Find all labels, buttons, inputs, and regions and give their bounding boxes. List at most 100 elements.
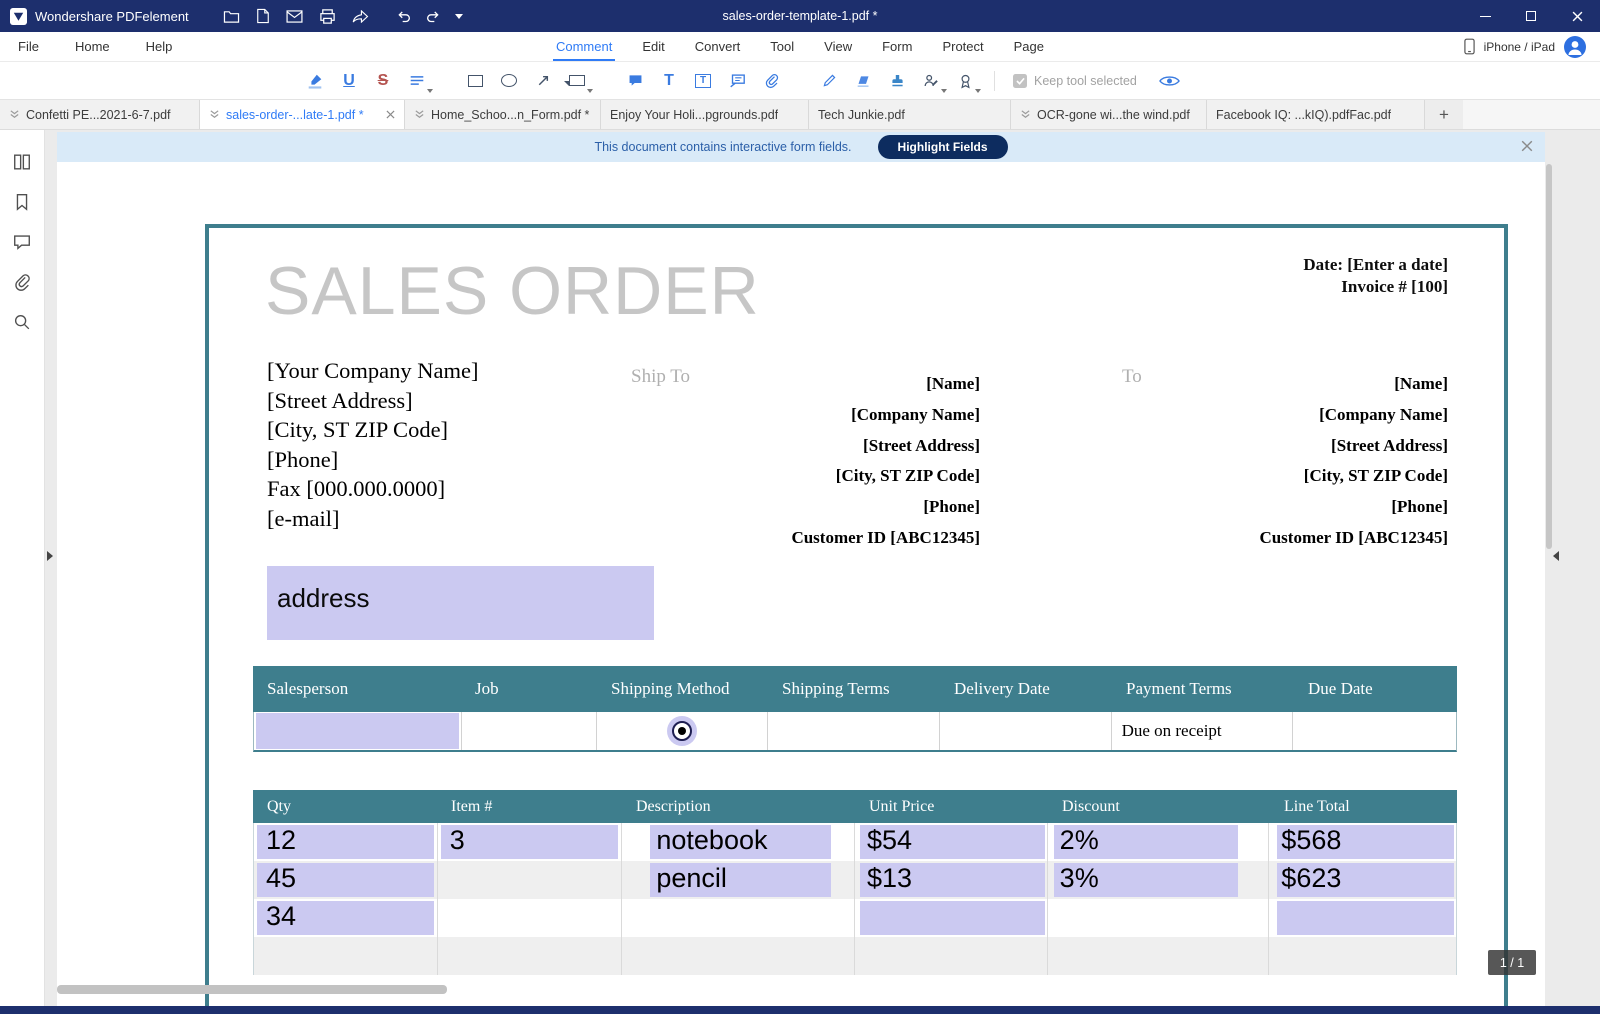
share-icon[interactable]: [352, 9, 369, 23]
file-tab-facebook-iq[interactable]: Facebook IQ: ...kIQ).pdfFac.pdf: [1207, 100, 1425, 129]
rectangle-shape-icon[interactable]: [458, 67, 492, 95]
header-payment-terms: Payment Terms: [1126, 679, 1232, 698]
highlight-icon[interactable]: [298, 67, 332, 95]
file-tab-home-school-form[interactable]: Home_Schoo...n_Form.pdf *: [405, 100, 601, 129]
toolbar-options-chevron-icon[interactable]: [454, 13, 463, 19]
qty-form-field[interactable]: 12: [254, 823, 438, 861]
ship-to-customer-id: Customer ID [ABC12345]: [791, 527, 980, 547]
save-icon[interactable]: [256, 8, 270, 24]
typewriter-text-icon[interactable]: T: [652, 67, 686, 95]
ship-to-city: [City, ST ZIP Code]: [835, 466, 980, 486]
line-total-form-field[interactable]: [1269, 937, 1456, 975]
item-number-form-field[interactable]: [438, 899, 623, 937]
file-tab-ocr-gone[interactable]: OCR-gone wi...the wind.pdf: [1011, 100, 1207, 129]
maximize-button[interactable]: [1508, 0, 1554, 32]
right-panel-collapse-arrow[interactable]: [1553, 551, 1559, 561]
vertical-scrollbar[interactable]: [1546, 164, 1552, 549]
item-number-form-field[interactable]: 3: [438, 823, 623, 861]
discount-form-field[interactable]: [1048, 899, 1270, 937]
tab-page[interactable]: Page: [1014, 39, 1044, 54]
delivery-date-cell[interactable]: [940, 712, 1112, 750]
new-tab-button[interactable]: +: [1425, 100, 1463, 129]
sticky-note-icon[interactable]: [618, 67, 652, 95]
highlight-fields-button[interactable]: Highlight Fields: [877, 135, 1008, 159]
tab-view[interactable]: View: [824, 39, 852, 54]
file-tab-confetti[interactable]: Confetti PE...2021-6-7.pdf: [0, 100, 200, 129]
redo-icon[interactable]: [425, 9, 442, 24]
keep-tool-checkbox-icon[interactable]: [1013, 73, 1027, 88]
shipping-terms-cell[interactable]: [768, 712, 940, 750]
tab-tool[interactable]: Tool: [770, 39, 794, 54]
pencil-draw-icon[interactable]: [812, 67, 846, 95]
main-area: This document contains interactive form …: [0, 130, 1600, 1014]
arrow-shape-icon[interactable]: [526, 67, 560, 95]
date-invoice-block: Date: [Enter a date] Invoice # [100]: [1303, 254, 1448, 298]
strikethrough-icon[interactable]: S: [366, 67, 400, 95]
due-date-cell[interactable]: [1293, 712, 1456, 750]
tab-comment[interactable]: Comment: [552, 39, 616, 61]
undo-icon[interactable]: [395, 9, 412, 24]
tab-form[interactable]: Form: [882, 39, 912, 54]
tab-convert[interactable]: Convert: [695, 39, 741, 54]
discount-form-field[interactable]: 2%: [1048, 823, 1270, 861]
page-indicator-badge: 1 / 1: [1488, 950, 1536, 975]
search-panel-icon[interactable]: [12, 312, 32, 332]
address-form-field[interactable]: address: [267, 566, 654, 640]
notification-close-icon[interactable]: [1521, 140, 1533, 152]
underline-icon[interactable]: U: [332, 67, 366, 95]
device-label[interactable]: iPhone / iPad: [1484, 40, 1555, 54]
unit-price-form-field[interactable]: $13: [855, 861, 1048, 899]
line-total-form-field[interactable]: $623: [1269, 861, 1456, 899]
horizontal-scrollbar[interactable]: [57, 985, 447, 994]
eye-visibility-icon[interactable]: [1153, 67, 1187, 95]
qty-form-field[interactable]: [254, 937, 438, 975]
callout-shape-icon[interactable]: [560, 67, 594, 95]
qty-form-field[interactable]: 34: [254, 899, 438, 937]
minimize-button[interactable]: [1462, 0, 1508, 32]
discount-form-field[interactable]: [1048, 937, 1270, 975]
file-tab-tech-junkie[interactable]: Tech Junkie.pdf: [809, 100, 1011, 129]
sidebar-expand-arrow[interactable]: [47, 551, 53, 561]
qty-form-field[interactable]: 45: [254, 861, 438, 899]
text-box-icon[interactable]: T: [686, 67, 720, 95]
item-number-form-field[interactable]: [438, 937, 623, 975]
ellipse-shape-icon[interactable]: [492, 67, 526, 95]
tab-protect[interactable]: Protect: [942, 39, 983, 54]
open-folder-icon[interactable]: [223, 9, 240, 24]
print-icon[interactable]: [319, 8, 336, 25]
account-avatar[interactable]: [1564, 35, 1586, 58]
unit-price-form-field[interactable]: [855, 899, 1048, 937]
comments-panel-icon[interactable]: [12, 232, 32, 252]
attachment-icon[interactable]: [754, 67, 788, 95]
description-form-field[interactable]: pencil: [622, 861, 855, 899]
bookmarks-panel-icon[interactable]: [12, 192, 32, 212]
tab-close-icon[interactable]: [386, 110, 395, 119]
payment-terms-cell[interactable]: Due on receipt: [1112, 712, 1294, 750]
unit-price-form-field[interactable]: [855, 937, 1048, 975]
job-cell[interactable]: [462, 712, 598, 750]
close-button[interactable]: [1554, 0, 1600, 32]
seal-stamp-icon[interactable]: [948, 67, 982, 95]
discount-form-field[interactable]: 3%: [1048, 861, 1270, 899]
file-tab-sales-order[interactable]: sales-order-...late-1.pdf *: [200, 100, 405, 129]
item-number-form-field[interactable]: [438, 861, 623, 899]
attachments-panel-icon[interactable]: [12, 272, 32, 292]
email-icon[interactable]: [286, 9, 303, 23]
stamp-icon[interactable]: [880, 67, 914, 95]
description-form-field[interactable]: [622, 937, 855, 975]
description-form-field[interactable]: [622, 899, 855, 937]
squiggly-line-icon[interactable]: [400, 67, 434, 95]
tab-edit[interactable]: Edit: [642, 39, 664, 54]
line-total-form-field[interactable]: [1269, 899, 1456, 937]
description-form-field[interactable]: notebook: [622, 823, 855, 861]
eraser-icon[interactable]: [846, 67, 880, 95]
keep-tool-selected-toggle[interactable]: Keep tool selected: [1013, 73, 1137, 88]
signature-icon[interactable]: [914, 67, 948, 95]
salesperson-form-field[interactable]: [254, 712, 462, 750]
line-total-form-field[interactable]: $568: [1269, 823, 1456, 861]
unit-price-form-field[interactable]: $54: [855, 823, 1048, 861]
text-callout-icon[interactable]: [720, 67, 754, 95]
thumbnails-panel-icon[interactable]: [12, 152, 32, 172]
shipping-method-radio[interactable]: [667, 716, 698, 746]
file-tab-enjoy-holidays[interactable]: Enjoy Your Holi...pgrounds.pdf: [601, 100, 809, 129]
